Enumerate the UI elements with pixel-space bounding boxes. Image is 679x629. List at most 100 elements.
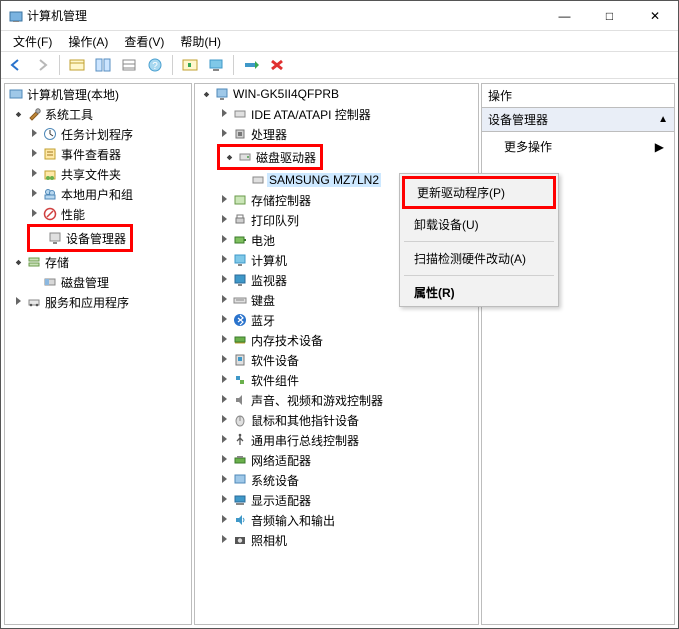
expander-icon[interactable]	[217, 314, 231, 326]
toolbar-icon-2[interactable]	[92, 54, 114, 76]
ctx-scan[interactable]: 扫描检测硬件改动(A)	[400, 245, 558, 272]
expander-icon[interactable]	[217, 274, 231, 286]
expander-icon[interactable]	[217, 294, 231, 306]
nav-svcapps[interactable]: 服务和应用程序	[5, 292, 191, 312]
nav-scheduler[interactable]: 任务计划程序	[5, 124, 191, 144]
expander-icon[interactable]	[199, 88, 213, 100]
dev-software[interactable]: 软件设备	[195, 350, 478, 370]
toolbar-help-icon[interactable]: ?	[144, 54, 166, 76]
nav-tree: 计算机管理(本地) 系统工具 任务计划程序 事件查看器 共享文件夹	[4, 83, 192, 625]
collapse-icon[interactable]: ▲	[658, 114, 668, 125]
nav-systools[interactable]: 系统工具	[5, 104, 191, 124]
dev-cpu[interactable]: 处理器	[195, 124, 478, 144]
ctx-uninstall[interactable]: 卸载设备(U)	[400, 211, 558, 238]
expander-icon[interactable]	[217, 394, 231, 406]
toolbar-icon-5[interactable]	[179, 54, 201, 76]
dev-usb[interactable]: 通用串行总线控制器	[195, 430, 478, 450]
dev-sysdev[interactable]: 系统设备	[195, 470, 478, 490]
nav-perf[interactable]: 性能	[5, 204, 191, 224]
dev-diskdrives[interactable]: 磁盘驱动器	[222, 147, 318, 167]
nav-root[interactable]: 计算机管理(本地)	[5, 84, 191, 104]
toolbar-icon-3[interactable]	[118, 54, 140, 76]
expander-icon[interactable]	[217, 474, 231, 486]
minimize-button[interactable]: —	[542, 1, 587, 31]
nav-localusers[interactable]: 本地用户和组	[5, 184, 191, 204]
menu-help[interactable]: 帮助(H)	[172, 31, 229, 52]
expander-icon[interactable]	[27, 148, 41, 160]
expander-icon[interactable]	[217, 494, 231, 506]
dev-memtech[interactable]: 内存技术设备	[195, 330, 478, 350]
maximize-button[interactable]: □	[587, 1, 632, 31]
dev-swcomp[interactable]: 软件组件	[195, 370, 478, 390]
actions-section[interactable]: 设备管理器 ▲	[482, 108, 674, 132]
main-area: 计算机管理(本地) 系统工具 任务计划程序 事件查看器 共享文件夹	[2, 81, 677, 627]
back-button[interactable]	[5, 54, 27, 76]
toolbar-separator	[233, 55, 234, 75]
expander-icon[interactable]	[217, 354, 231, 366]
nav-shared[interactable]: 共享文件夹	[5, 164, 191, 184]
expander-icon[interactable]	[27, 188, 41, 200]
dev-audio[interactable]: 音频输入和输出	[195, 510, 478, 530]
dev-label: 鼠标和其他指针设备	[249, 412, 361, 429]
device-manager-icon	[46, 230, 64, 246]
actions-title: 操作	[482, 84, 674, 108]
dev-ide[interactable]: IDE ATA/ATAPI 控制器	[195, 104, 478, 124]
dev-camera[interactable]: 照相机	[195, 530, 478, 550]
nav-diskmgmt[interactable]: 磁盘管理	[5, 272, 191, 292]
expander-icon[interactable]	[217, 214, 231, 226]
printer-icon	[231, 212, 249, 228]
menu-view[interactable]: 查看(V)	[116, 31, 172, 52]
expander-icon[interactable]	[217, 374, 231, 386]
toolbar-icon-scan[interactable]	[240, 54, 262, 76]
expander-icon[interactable]	[11, 108, 25, 120]
expander-icon[interactable]	[27, 208, 41, 220]
computer-icon	[231, 252, 249, 268]
forward-button[interactable]	[31, 54, 53, 76]
camera-icon	[231, 532, 249, 548]
expander-icon[interactable]	[217, 128, 231, 140]
expander-icon[interactable]	[217, 514, 231, 526]
dev-root[interactable]: WIN-GK5II4QFPRB	[195, 84, 478, 104]
dev-diskdrives-highlight: 磁盘驱动器	[217, 144, 323, 170]
expander-icon[interactable]	[11, 296, 25, 308]
toolbar-delete-icon[interactable]	[266, 54, 288, 76]
expander-icon[interactable]	[217, 194, 231, 206]
actions-more[interactable]: 更多操作 ▶	[482, 132, 674, 161]
dev-label: 显示适配器	[249, 492, 313, 509]
expander-icon[interactable]	[217, 434, 231, 446]
nav-storage[interactable]: 存储	[5, 252, 191, 272]
toolbar-icon-1[interactable]	[66, 54, 88, 76]
dev-audvid[interactable]: 声音、视频和游戏控制器	[195, 390, 478, 410]
ctx-properties[interactable]: 属性(R)	[400, 279, 558, 306]
expander-icon[interactable]	[217, 234, 231, 246]
expander-icon[interactable]	[11, 256, 25, 268]
menu-file[interactable]: 文件(F)	[5, 31, 60, 52]
toolbar-icon-pc[interactable]	[205, 54, 227, 76]
expander-icon[interactable]	[217, 534, 231, 546]
ctx-update-driver[interactable]: 更新驱动程序(P)	[407, 181, 551, 204]
expander-icon[interactable]	[217, 414, 231, 426]
toolbar-separator	[59, 55, 60, 75]
expander-icon[interactable]	[217, 254, 231, 266]
dev-display[interactable]: 显示适配器	[195, 490, 478, 510]
expander-icon[interactable]	[217, 454, 231, 466]
ide-icon	[231, 106, 249, 122]
expander-icon[interactable]	[217, 334, 231, 346]
nav-devmgr[interactable]: 设备管理器	[32, 228, 128, 248]
close-button[interactable]: ✕	[632, 1, 678, 31]
nav-eventvwr[interactable]: 事件查看器	[5, 144, 191, 164]
computer-management-icon	[7, 86, 25, 102]
dev-mouse[interactable]: 鼠标和其他指针设备	[195, 410, 478, 430]
menu-action[interactable]: 操作(A)	[60, 31, 116, 52]
nav-label: 任务计划程序	[59, 126, 135, 143]
dev-nic[interactable]: 网络适配器	[195, 450, 478, 470]
expander-icon[interactable]	[27, 128, 41, 140]
expander-icon[interactable]	[217, 108, 231, 120]
dev-bluetooth[interactable]: 蓝牙	[195, 310, 478, 330]
nav-label: 本地用户和组	[59, 186, 135, 203]
dev-label: 照相机	[249, 532, 289, 549]
audio-io-icon	[231, 512, 249, 528]
expander-icon[interactable]	[27, 168, 41, 180]
expander-icon[interactable]	[222, 151, 236, 163]
monitor-icon	[231, 272, 249, 288]
